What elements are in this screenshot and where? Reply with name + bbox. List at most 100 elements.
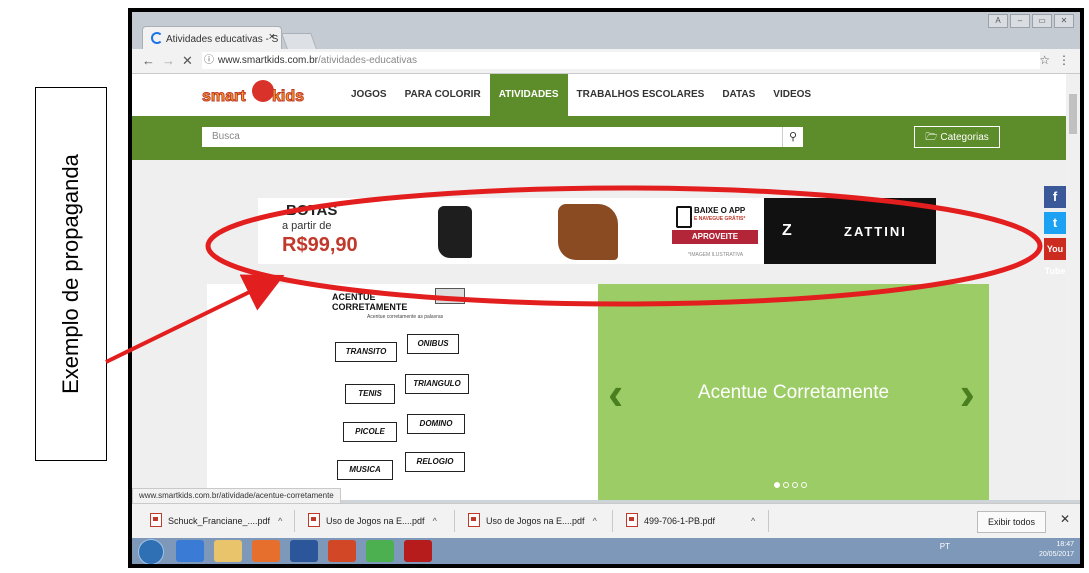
ad-app-promo: BAIXE O APP E NAVEGUE GRÁTIS* [670,204,770,254]
social-buttons: f t You Tube [1044,186,1066,276]
slide-dots [774,482,807,488]
divider [768,510,769,532]
url-path: /atividades-educativas [318,55,417,66]
search-bar-row: Busca ⚲ 🗁 Categorias [132,116,1066,160]
zattini-logo-icon: Z [782,222,792,239]
pdf-icon [150,513,162,527]
close-downloads-icon[interactable]: ✕ [1060,512,1070,526]
phone-icon [676,206,692,228]
ad-app-line2: E NAVEGUE GRÁTIS* [694,216,746,222]
worksheet-title-1: ACENTUE [332,292,376,302]
slide-caption-panel: ‹ Acentue Corretamente › [598,284,989,500]
scrollbar-thumb[interactable] [1069,94,1077,134]
download-filename: 499-706-1-PB.pdf [644,516,716,526]
pdf-icon [308,513,320,527]
word-icon[interactable] [290,540,318,562]
firefox-icon[interactable] [252,540,280,562]
browser-menu-icon[interactable]: ⋮ [1058,53,1070,67]
nav-atividades[interactable]: ATIVIDADES [489,74,568,116]
windows-taskbar: PT 18:47 20/05/2017 [132,538,1080,564]
bookmark-star-icon[interactable]: ☆ [1039,53,1050,67]
address-bar[interactable]: ⓘ www.smartkids.com.br/atividades-educati… [202,52,1040,69]
show-all-downloads-button[interactable]: Exibir todos [976,511,1046,533]
zattini-panel: Z ZATTINI [764,198,936,264]
nav-trabalhos-escolares[interactable]: TRABALHOS ESCOLARES [568,74,714,116]
new-tab-button[interactable] [281,33,317,49]
nav-datas[interactable]: DATAS [713,74,764,116]
brown-boot-image [558,204,618,260]
ie-icon[interactable] [176,540,204,562]
acrobat-icon[interactable] [404,540,432,562]
divider [612,510,613,532]
download-filename: Schuck_Franciane_....pdf [168,516,271,526]
forward-icon[interactable]: → [162,53,175,68]
word-card: TRIANGULO [405,374,469,394]
word-card: RELOGIO [405,452,465,472]
download-filename: Uso de Jogos na E....pdf [486,516,585,526]
slide-dot[interactable] [792,482,798,488]
clock-date: 20/05/2017 [1038,551,1074,558]
loading-icon [151,32,163,44]
download-filename: Uso de Jogos na E....pdf [326,516,425,526]
user-button[interactable]: A [988,14,1008,28]
search-input[interactable]: Busca [202,127,782,147]
search-icon[interactable]: ⚲ [782,127,803,147]
ad-price: R$99,90 [282,234,358,256]
close-window-button[interactable]: ✕ [1054,14,1074,28]
site-header: smart kids JOGOS PARA COLORIR ATIVIDADES… [132,74,1066,116]
slide-dot[interactable] [774,482,780,488]
info-icon[interactable]: ⓘ [204,55,214,66]
clock[interactable]: 18:47 20/05/2017 [1039,540,1074,560]
start-button[interactable] [138,539,164,564]
url-host: www.smartkids.com.br [218,55,319,66]
folder-icon[interactable] [214,540,242,562]
nav-jogos[interactable]: JOGOS [342,74,396,116]
downloads-bar: Schuck_Franciane_....pdf ^ Uso de Jogos n… [132,503,1080,538]
back-icon[interactable]: ← [142,53,155,68]
language-indicator[interactable]: PT [940,542,950,551]
advertisement-banner[interactable]: BOTAS a partir de R$99,90 BAIXE O APP E … [258,198,936,264]
download-item[interactable]: Uso de Jogos na E....pdf ^ [308,512,437,530]
annotation-box: Exemplo de propaganda [35,87,107,461]
browser-tab[interactable]: Atividades educativas - S × [142,26,282,49]
facebook-icon[interactable]: f [1044,186,1066,208]
download-item[interactable]: 499-706-1-PB.pdf ^ [626,512,755,530]
download-item[interactable]: Schuck_Franciane_....pdf ^ [150,512,282,530]
next-slide-icon[interactable]: › [960,366,975,420]
twitter-icon[interactable]: t [1044,212,1066,234]
nav-videos[interactable]: VIDEOS [764,74,820,116]
logo-kids: kids [271,88,305,106]
pdf-icon [468,513,480,527]
ad-cta-button[interactable]: APROVEITE [672,230,758,244]
stop-icon[interactable]: ✕ [182,53,193,69]
chevron-up-icon[interactable]: ^ [751,516,755,526]
status-url: www.smartkids.com.br/atividade/acentue-c… [132,488,341,504]
slide-dot[interactable] [801,482,807,488]
chrome-icon[interactable] [366,540,394,562]
logo-smart: smart [202,88,247,106]
divider [454,510,455,532]
worksheet-logo-icon [435,288,465,304]
word-card: PICOLE [343,422,397,442]
chevron-up-icon[interactable]: ^ [433,516,437,526]
minimize-button[interactable]: – [1010,14,1030,28]
smartkids-logo[interactable]: smart kids [202,80,314,110]
chevron-up-icon[interactable]: ^ [278,516,282,526]
slide-title[interactable]: Acentue Corretamente [598,382,989,404]
word-card: ONIBUS [407,334,459,354]
chevron-up-icon[interactable]: ^ [593,516,597,526]
page-scrollbar[interactable] [1066,74,1080,500]
powerpoint-icon[interactable] [328,540,356,562]
word-card: TENIS [345,384,395,404]
tab-close-icon[interactable]: × [269,31,275,43]
word-card: TRANSITO [335,342,397,362]
nav-para-colorir[interactable]: PARA COLORIR [396,74,490,116]
download-item[interactable]: Uso de Jogos na E....pdf ^ [468,512,597,530]
activity-slider[interactable]: ACENTUE CORRETAMENTE Acentue corretament… [207,284,989,500]
worksheet-image[interactable]: ACENTUE CORRETAMENTE Acentue corretament… [207,284,598,500]
slide-dot[interactable] [783,482,789,488]
youtube-icon[interactable]: You Tube [1044,238,1066,276]
browser-window: Atividades educativas - S × A – ▭ ✕ ← → … [132,12,1080,564]
maximize-button[interactable]: ▭ [1032,14,1052,28]
categories-button[interactable]: 🗁 Categorias [914,126,1000,148]
